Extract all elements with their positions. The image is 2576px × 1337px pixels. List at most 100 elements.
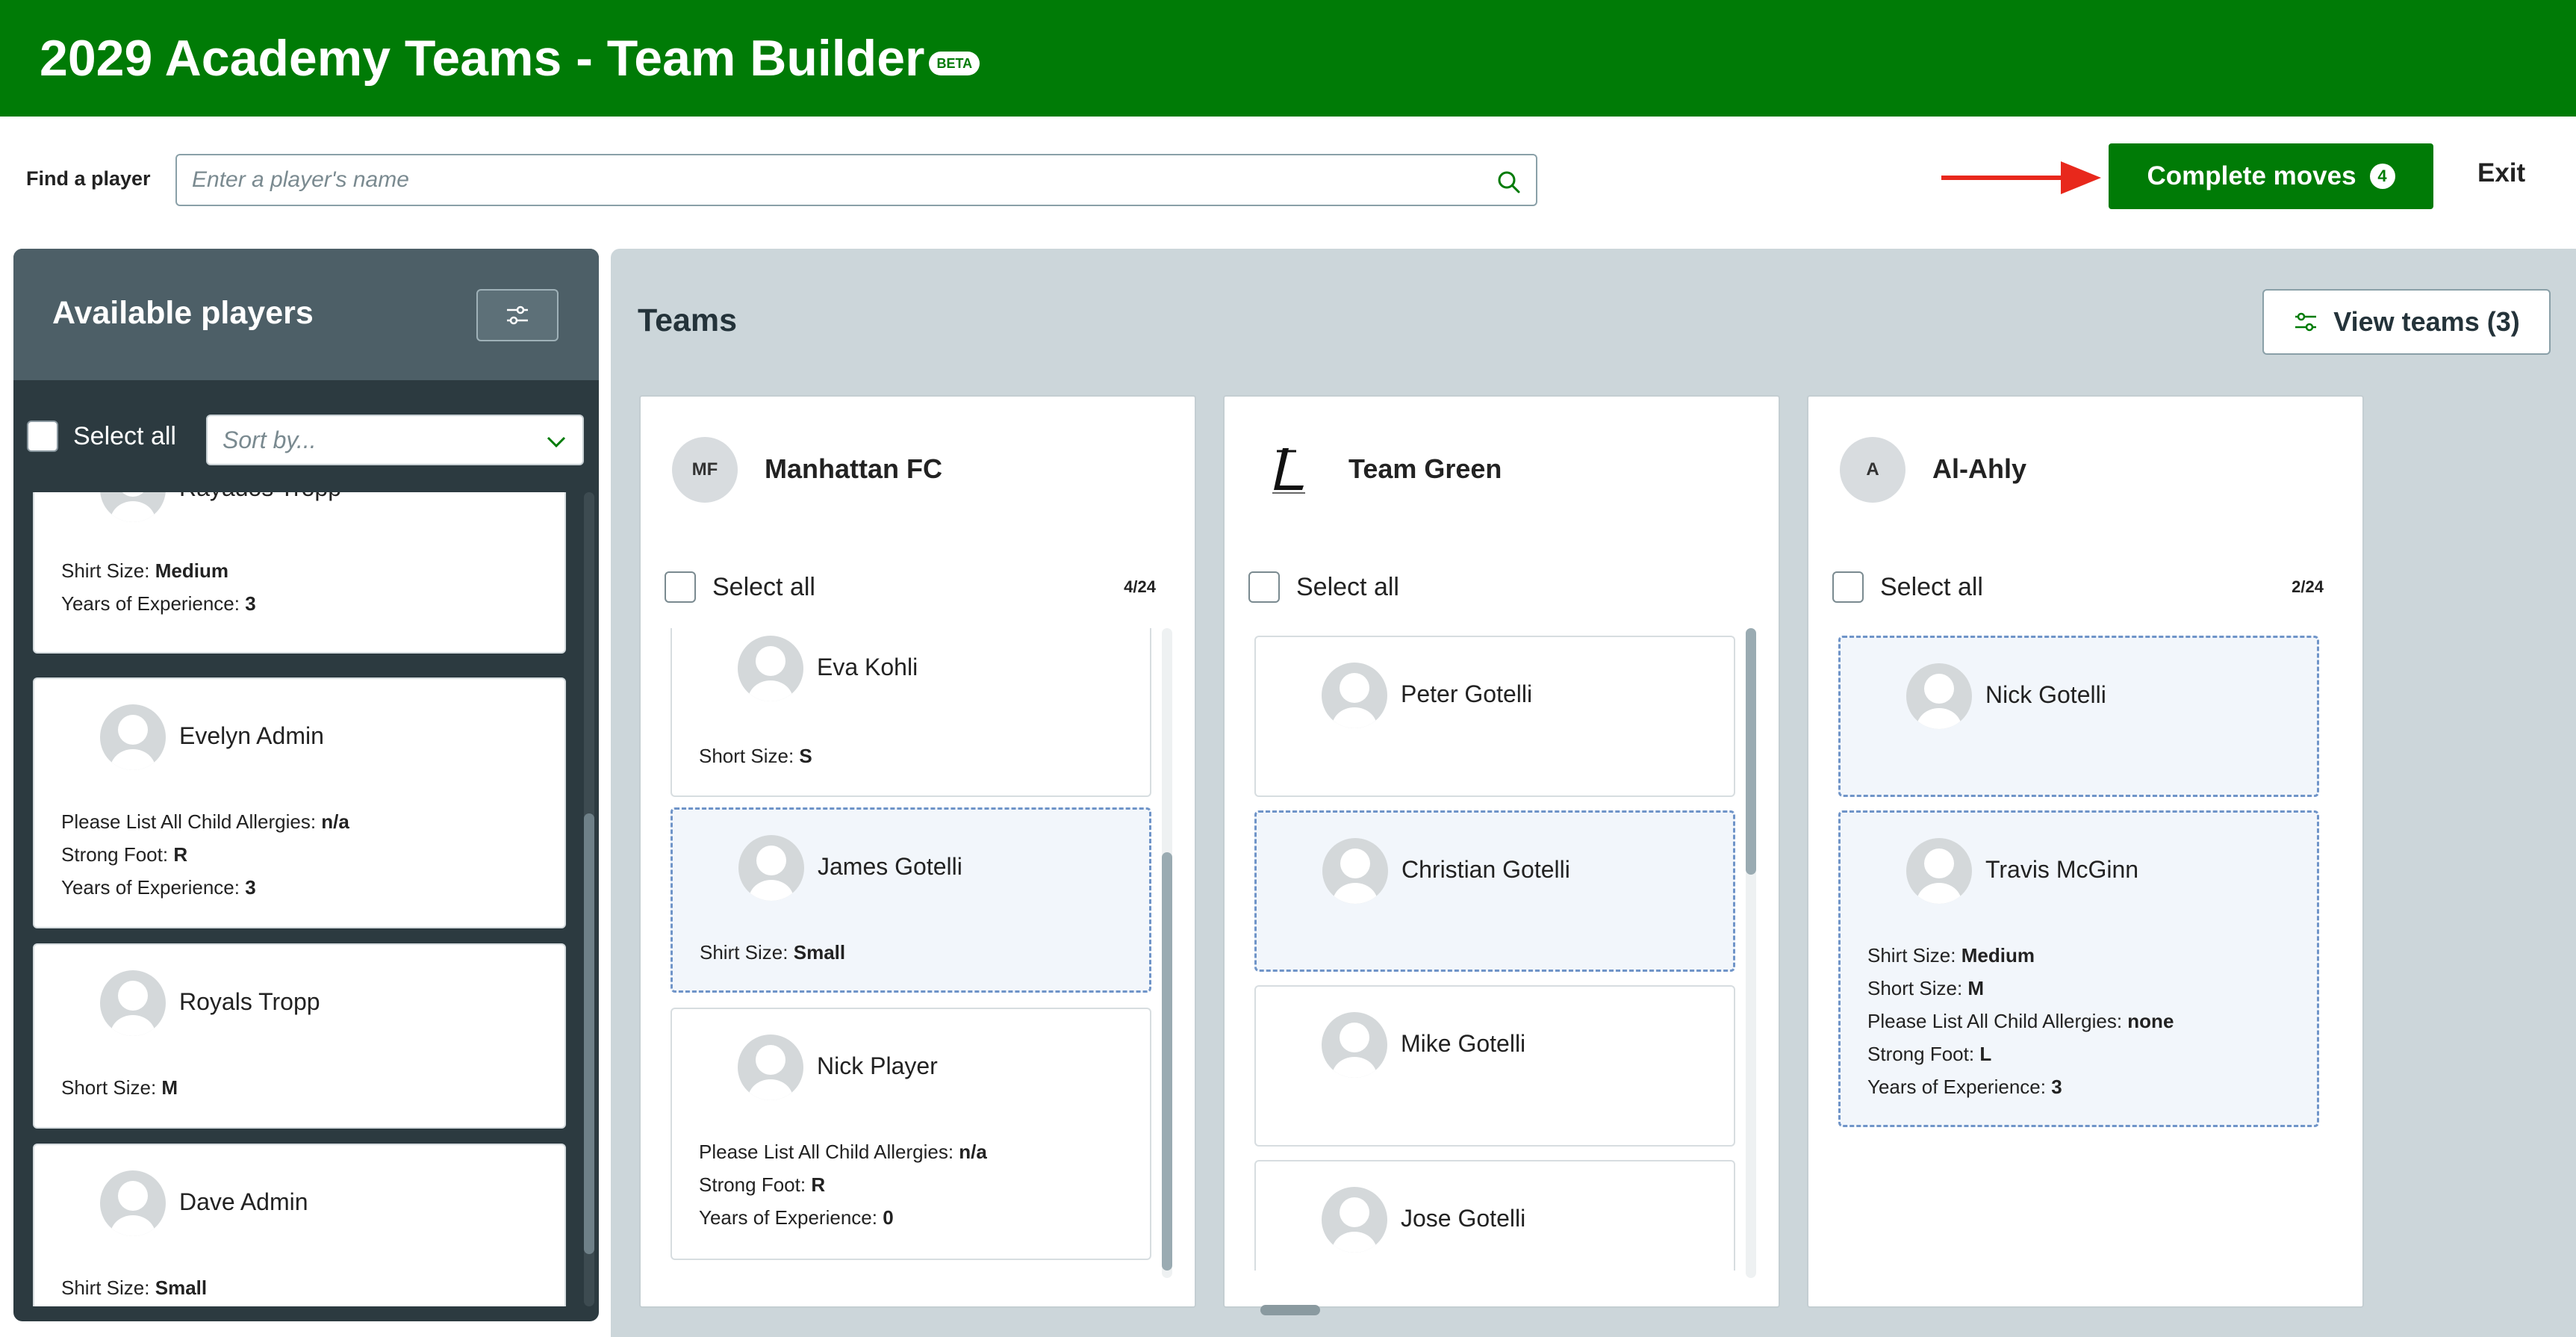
team-player-list[interactable]: Peter Gotelli Christian Gotelli Mike Got… xyxy=(1254,628,1738,1271)
player-name: Jose Gotelli xyxy=(1401,1205,1526,1232)
player-card[interactable]: Royals Tropp Short Size: M xyxy=(33,943,566,1129)
exit-button[interactable]: Exit xyxy=(2477,158,2525,188)
avatar-placeholder-icon xyxy=(100,704,166,770)
player-attribute: Strong Foot: L xyxy=(1867,1043,1992,1065)
avatar-placeholder-icon xyxy=(100,970,166,1036)
team-column-manhattan-fc[interactable]: MF Manhattan FC Select all 4/24 Eva Kohl… xyxy=(639,395,1196,1308)
filter-sliders-icon xyxy=(2295,312,2317,332)
player-card[interactable]: Eva Kohli Short Size: S xyxy=(671,628,1151,797)
player-attribute: Years of Experience: 3 xyxy=(61,592,256,615)
player-card-pending-move[interactable]: Christian Gotelli xyxy=(1254,810,1735,972)
select-all-label: Select all xyxy=(712,572,815,601)
player-name: James Gotelli xyxy=(818,853,962,880)
player-name: Royals Tropp xyxy=(179,988,320,1015)
select-all-checkbox[interactable] xyxy=(27,421,58,452)
avatar-placeholder-icon xyxy=(100,492,166,522)
select-all-label: Select all xyxy=(1296,572,1399,601)
team-name: Manhattan FC xyxy=(765,453,942,484)
player-attribute: Years of Experience: 3 xyxy=(61,876,256,899)
player-name: Travis McGinn xyxy=(1985,856,2139,883)
complete-moves-label: Complete moves xyxy=(2147,161,2356,190)
avatar-placeholder-icon xyxy=(1322,1012,1387,1078)
player-card[interactable]: Evelyn Admin Please List All Child Aller… xyxy=(33,677,566,928)
filter-button[interactable] xyxy=(476,289,559,341)
team-roster-count: 4/24 xyxy=(1124,577,1156,596)
player-card[interactable]: Mike Gotelli xyxy=(1254,985,1735,1147)
available-list-scrollbar[interactable] xyxy=(584,492,594,1306)
team-select-all[interactable]: Select all xyxy=(665,571,815,603)
avatar-placeholder-icon xyxy=(1906,838,1972,904)
team-select-all[interactable]: Select all xyxy=(1832,571,1983,603)
pending-moves-count-badge: 4 xyxy=(2369,164,2395,189)
player-attribute: Please List All Child Allergies: n/a xyxy=(699,1141,987,1163)
player-attribute: Please List All Child Allergies: n/a xyxy=(61,810,349,833)
complete-moves-button[interactable]: Complete moves 4 xyxy=(2109,143,2433,209)
player-attribute: Shirt Size: Small xyxy=(700,941,846,964)
team-initials-avatar: MF xyxy=(672,437,738,503)
player-name: Mike Gotelli xyxy=(1401,1030,1526,1057)
view-teams-button[interactable]: View teams (3) xyxy=(2262,289,2551,355)
player-attribute: Shirt Size: Medium xyxy=(61,559,228,582)
sort-by-placeholder: Sort by... xyxy=(223,426,317,453)
sort-by-dropdown[interactable]: Sort by... xyxy=(206,415,584,465)
avatar-placeholder-icon xyxy=(1906,663,1972,729)
available-select-all[interactable]: Select all xyxy=(27,421,176,452)
player-card-pending-move[interactable]: Travis McGinn Shirt Size: Medium Short S… xyxy=(1838,810,2319,1127)
teams-panel: Teams View teams (3) MF Manhattan FC Sel… xyxy=(611,249,2576,1337)
player-card-pending-move[interactable]: James Gotelli Shirt Size: Small xyxy=(671,807,1151,993)
team-roster-count: 2/24 xyxy=(2292,577,2324,596)
search-icon[interactable] xyxy=(1496,169,1522,196)
team-column-al-ahly[interactable]: A Al-Ahly Select all 2/24 Nick Gotelli T… xyxy=(1807,395,2364,1308)
player-card-pending-move[interactable]: Nick Gotelli xyxy=(1838,636,2319,797)
available-players-title: Available players xyxy=(52,295,314,331)
player-attribute: Years of Experience: 0 xyxy=(699,1206,894,1229)
red-arrow-icon xyxy=(1941,161,2101,194)
avatar-placeholder-icon xyxy=(1322,663,1387,728)
player-name: Dave Admin xyxy=(179,1188,308,1215)
player-attribute: Shirt Size: Medium xyxy=(1867,944,2035,967)
team-list-scrollbar[interactable] xyxy=(1746,628,1756,1278)
view-teams-label: View teams (3) xyxy=(2333,306,2520,337)
page-title: 2029 Academy Teams - Team Builder BETA xyxy=(40,28,980,88)
player-card[interactable]: Jose Gotelli xyxy=(1254,1160,1735,1271)
player-name: Peter Gotelli xyxy=(1401,680,1533,707)
player-card[interactable]: Nick Player Please List All Child Allerg… xyxy=(671,1008,1151,1260)
team-name: Al-Ahly xyxy=(1932,453,2026,484)
player-name: Nick Gotelli xyxy=(1985,681,2106,708)
team-name: Team Green xyxy=(1348,453,1502,484)
player-attribute: Short Size: M xyxy=(1867,977,1985,999)
available-players-cards[interactable]: Rayados Tropp Shirt Size: Medium Years o… xyxy=(33,492,581,1306)
player-attribute: Please List All Child Allergies: none xyxy=(1867,1010,2174,1032)
avatar-placeholder-icon xyxy=(1322,1187,1387,1253)
team-select-all[interactable]: Select all xyxy=(1248,571,1399,603)
select-all-checkbox[interactable] xyxy=(1248,571,1280,603)
teams-horizontal-scrollbar[interactable] xyxy=(1260,1305,1320,1315)
player-card[interactable]: Peter Gotelli xyxy=(1254,636,1735,797)
select-all-checkbox[interactable] xyxy=(665,571,696,603)
scrollbar-thumb[interactable] xyxy=(584,813,594,1254)
player-card[interactable]: Rayados Tropp Shirt Size: Medium Years o… xyxy=(33,492,566,654)
player-attribute: Strong Foot: R xyxy=(61,843,188,866)
player-attribute: Strong Foot: R xyxy=(699,1173,826,1196)
team-list-scrollbar[interactable] xyxy=(1162,628,1172,1278)
player-search-input[interactable] xyxy=(192,164,1461,196)
team-column-team-green[interactable]: Team Green Select all Peter Gotelli Chri… xyxy=(1223,395,1780,1308)
scrollbar-thumb[interactable] xyxy=(1162,852,1172,1271)
player-search-box[interactable] xyxy=(175,154,1537,206)
avatar-placeholder-icon xyxy=(738,636,803,701)
avatar-placeholder-icon xyxy=(100,1170,166,1236)
page-title-text: 2029 Academy Teams - Team Builder xyxy=(40,30,925,87)
player-name: Nick Player xyxy=(817,1052,938,1079)
team-green-logo-icon xyxy=(1256,437,1322,503)
select-all-checkbox[interactable] xyxy=(1832,571,1864,603)
team-initials-avatar: A xyxy=(1840,437,1905,503)
team-player-list[interactable]: Eva Kohli Short Size: S James Gotelli Sh… xyxy=(671,628,1154,1271)
player-name: Rayados Tropp xyxy=(179,492,341,502)
team-player-list[interactable]: Nick Gotelli Travis McGinn Shirt Size: M… xyxy=(1838,628,2322,1271)
beta-badge: BETA xyxy=(929,52,980,75)
scrollbar-thumb[interactable] xyxy=(1746,628,1756,875)
player-card[interactable]: Dave Admin Shirt Size: Small xyxy=(33,1144,566,1306)
player-name: Christian Gotelli xyxy=(1401,856,1570,883)
available-players-header: Available players xyxy=(13,249,599,380)
player-name: Eva Kohli xyxy=(817,654,918,680)
